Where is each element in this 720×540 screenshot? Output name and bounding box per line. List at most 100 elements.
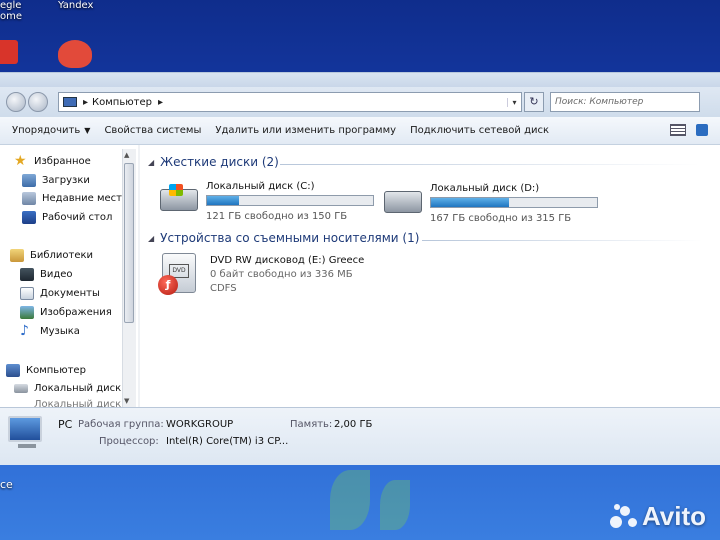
nav-downloads-label: Загрузки [42,175,90,186]
organize-label: Упорядочить [12,125,81,136]
workgroup-label: Рабочая группа: [78,419,164,430]
breadcrumb-chevron-icon[interactable]: ▸ [158,97,163,108]
computer-icon [63,97,77,107]
libraries-icon [10,249,24,262]
avito-watermark: Avito [609,501,706,532]
command-bar: Упорядочить ▼ Свойства системы Удалить ил… [0,117,720,145]
avito-text: Avito [641,501,706,531]
star-icon: ★ [14,153,27,169]
nav-desktop[interactable]: Рабочий стол [22,211,112,224]
help-icon[interactable] [696,124,708,136]
desktop-text-line-2: ome [0,11,23,22]
desktop-icon-label-2: Yandex [58,0,94,11]
workgroup-value: WORKGROUP [166,419,234,430]
downloads-folder-icon [22,174,36,187]
nav-desktop-label: Рабочий стол [42,212,113,223]
refresh-button[interactable]: ↻ [524,92,544,112]
nav-favorites-label: Избранное [34,156,91,167]
video-library-icon [20,268,34,281]
group-header-removable[interactable]: ◢ Устройства со съемными носителями (1) [148,231,419,245]
dvd-free-space: 0 байт свободно из 336 МБ [210,269,353,280]
windows-logo-icon [169,184,183,196]
music-note-icon: ♪ [20,323,29,339]
drive-c-usage-bar [206,195,374,206]
forward-button[interactable] [28,92,48,112]
drive-item-c[interactable]: Локальный диск (C:) 121 ГБ свободно из 1… [160,181,380,227]
memory-label: Память: [290,419,333,430]
dvd-name: DVD RW дисковод (E:) Greece [210,255,365,266]
dvd-filesystem: CDFS [210,283,237,294]
nav-local-disk-label: Локальный диск [34,383,122,394]
computer-icon [6,364,20,377]
content-pane: ◢ Жесткие диски (2) Локальный диск (C:) 1… [140,145,720,407]
breadcrumb-computer[interactable]: Компьютер [92,97,152,108]
nav-video-label: Видео [40,269,73,280]
breadcrumb-separator-icon[interactable]: ▸ [83,97,88,108]
nav-favorites[interactable]: ★ Избранное [14,153,91,169]
computer-name: PC [58,418,73,431]
hard-drive-icon [160,184,198,211]
chevron-down-icon: ▼ [84,126,91,135]
group-divider [280,164,700,165]
group-header-hard-disks[interactable]: ◢ Жесткие диски (2) [148,155,279,169]
nav-computer[interactable]: Компьютер [6,364,86,377]
hard-drive-icon [14,384,28,393]
documents-library-icon [20,287,34,300]
drive-d-name: Локальный диск (D:) [430,183,540,194]
monitor-stand [18,444,36,448]
drive-item-d[interactable]: Локальный диск (D:) 167 ГБ свободно из 3… [384,183,604,229]
uninstall-program-button[interactable]: Удалить или изменить программу [215,125,396,136]
nav-music[interactable]: ♪ Музыка [20,323,80,339]
map-network-drive-button[interactable]: Подключить сетевой диск [410,125,549,136]
organize-button[interactable]: Упорядочить ▼ [12,125,90,136]
nav-video[interactable]: Видео [20,268,73,281]
desktop-text-line-1: egle [0,0,22,11]
navigation-pane: ★ Избранное Загрузки Недавние места Рабоч… [0,145,138,407]
cpu-label: Процессор: [99,436,159,447]
wallpaper-leaf [380,480,410,530]
nav-images-label: Изображения [40,307,112,318]
avito-logo-icon [609,503,638,530]
nav-music-label: Музыка [40,326,80,337]
drive-c-name: Локальный диск (C:) [206,181,315,192]
nav-libraries[interactable]: Библиотеки [10,249,93,262]
nav-local-disk-d[interactable]: Локальный диск [34,399,121,407]
drive-item-dvd[interactable]: DVD ƒ DVD RW дисковод (E:) Greece 0 байт… [158,253,402,299]
cpu-value: Intel(R) Core(TM) i3 CP... [166,436,289,447]
nav-documents[interactable]: Документы [20,287,100,300]
window-frame-top [0,73,720,87]
address-dropdown-icon[interactable]: ▾ [507,97,521,107]
nav-downloads[interactable]: Загрузки [22,174,90,187]
collapse-triangle-icon: ◢ [148,233,155,243]
explorer-window: ▭ ▢ ▸ Компьютер ▸ ▾ ↻ Поиск: Компьютер У… [0,72,720,465]
desktop-folder-icon [22,211,36,224]
wallpaper-leaf [330,470,370,530]
address-row: ▸ Компьютер ▸ ▾ ↻ Поиск: Компьютер [0,87,720,117]
nav-documents-label: Документы [40,288,100,299]
nav-images[interactable]: Изображения [20,306,112,319]
system-properties-button[interactable]: Свойства системы [104,125,201,136]
back-button[interactable] [6,92,26,112]
desktop-icon-label-3: ce [0,478,13,491]
group-divider [422,240,702,241]
search-input[interactable]: Поиск: Компьютер [550,92,700,112]
nav-scrollbar-thumb[interactable] [124,163,134,323]
desktop-app-icon-1[interactable] [0,40,18,64]
scroll-up-icon[interactable]: ▲ [124,151,129,159]
desktop-icon-label-1: egle ome [0,0,22,22]
nav-computer-label: Компьютер [26,365,86,376]
memory-value: 2,00 ГБ [334,419,373,430]
hard-drive-icon [384,191,422,213]
hard-disks-header-label: Жесткие диски (2) [160,155,279,169]
collapse-triangle-icon: ◢ [148,157,155,167]
nav-recent-label: Недавние места [42,193,129,204]
change-view-icon[interactable] [670,124,686,136]
pictures-library-icon [20,306,34,319]
nav-local-disk-c[interactable]: Локальный диск [14,383,121,394]
desktop-app-icon-2[interactable] [58,40,92,68]
drive-c-usage-fill [207,196,239,205]
scroll-down-icon[interactable]: ▼ [124,397,129,405]
computer-monitor-icon [8,416,42,442]
address-bar[interactable]: ▸ Компьютер ▸ ▾ [58,92,522,112]
nav-recent-places[interactable]: Недавние места [22,192,128,205]
